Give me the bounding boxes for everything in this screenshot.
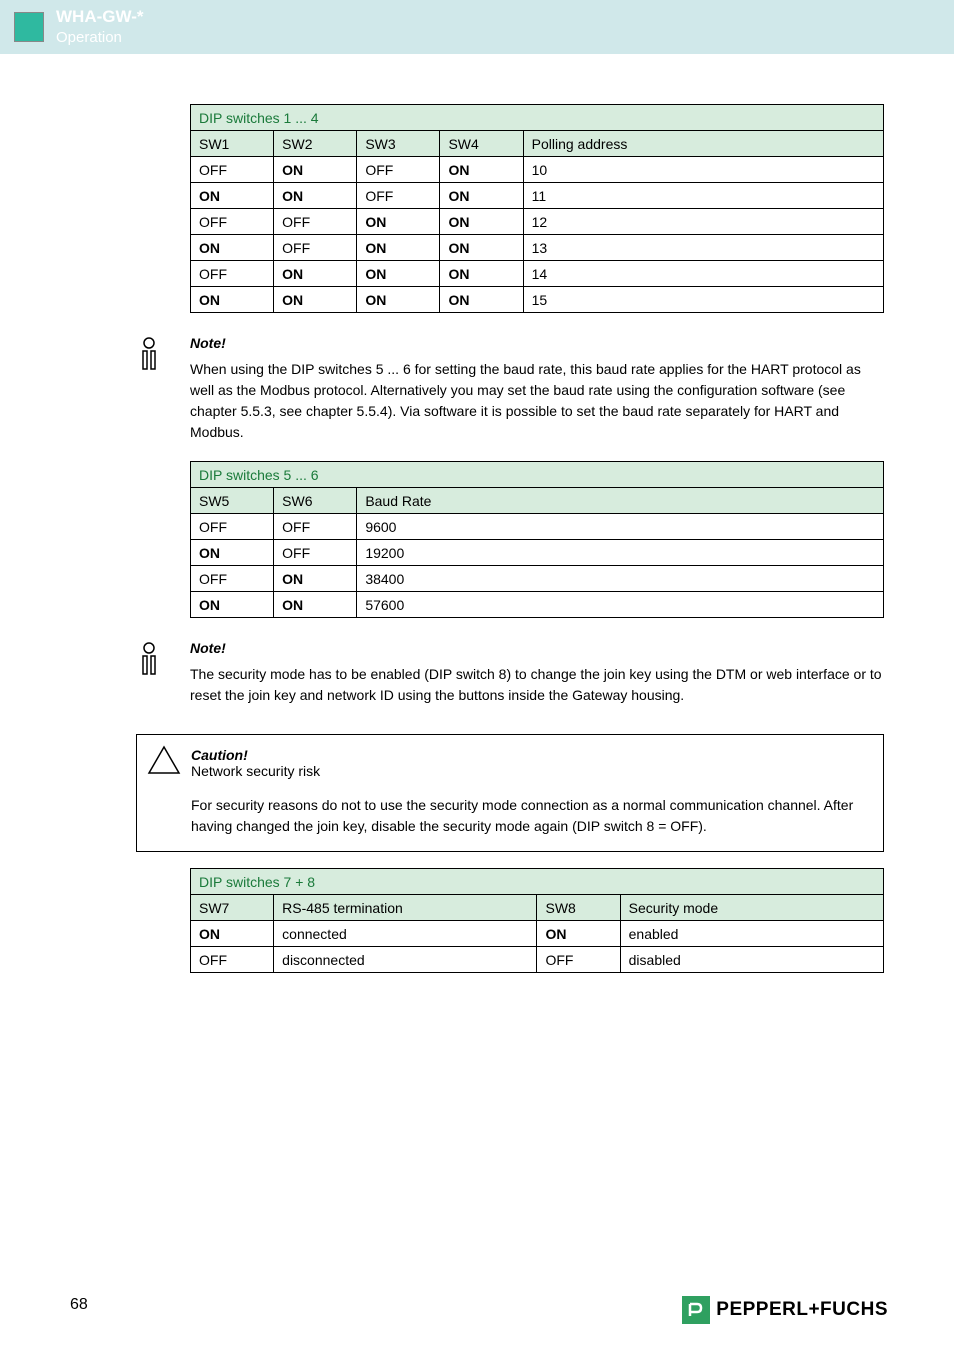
table-cell: ON: [357, 209, 440, 235]
table-cell: 19200: [357, 540, 884, 566]
table3-caption: DIP switches 7 + 8: [191, 869, 884, 895]
table-cell: OFF: [191, 157, 274, 183]
table-cell: ON: [357, 235, 440, 261]
table-cell: ON: [357, 287, 440, 313]
table-cell: OFF: [274, 209, 357, 235]
header-title: WHA-GW-*: [56, 6, 143, 28]
table-cell: 14: [523, 261, 883, 287]
page-number: 68: [70, 1296, 88, 1314]
table1-h1: SW2: [274, 131, 357, 157]
table-cell: 10: [523, 157, 883, 183]
table2-h1: SW6: [274, 488, 357, 514]
table-cell: ON: [440, 157, 523, 183]
table-cell: ON: [191, 287, 274, 313]
table-cell: ON: [274, 183, 357, 209]
page-content: DIP switches 1 ... 4 SW1 SW2 SW3 SW4 Pol…: [0, 54, 954, 973]
table-cell: OFF: [191, 566, 274, 592]
page-header: WHA-GW-* Operation: [0, 0, 954, 54]
table-cell: 15: [523, 287, 883, 313]
note2-body: The security mode has to be enabled (DIP…: [190, 664, 884, 706]
header-box-icon: [14, 12, 44, 42]
table2-caption: DIP switches 5 ... 6: [191, 462, 884, 488]
table-cell: ON: [274, 592, 357, 618]
brand-mark-icon: [682, 1296, 710, 1324]
table1-h3: SW4: [440, 131, 523, 157]
table-cell: OFF: [191, 261, 274, 287]
note2-title: Note!: [190, 640, 884, 656]
table-cell: OFF: [274, 540, 357, 566]
note-1: Note! When using the DIP switches 5 ... …: [190, 335, 884, 443]
table-cell: ON: [274, 287, 357, 313]
header-strip: [153, 0, 954, 54]
table1-caption: DIP switches 1 ... 4: [191, 105, 884, 131]
dip-table-7-8: DIP switches 7 + 8 SW7 RS-485 terminatio…: [190, 868, 884, 973]
table-cell: ON: [537, 921, 620, 947]
table3-h1: RS-485 termination: [274, 895, 537, 921]
table-cell: OFF: [357, 157, 440, 183]
table-cell: 12: [523, 209, 883, 235]
table-cell: ON: [191, 921, 274, 947]
table-cell: ON: [274, 157, 357, 183]
caution-triangle-icon: [147, 745, 181, 775]
header-subtitle: Operation: [56, 28, 143, 48]
table3-h3: Security mode: [620, 895, 883, 921]
table2-h0: SW5: [191, 488, 274, 514]
table-cell: disabled: [620, 947, 883, 973]
note1-body: When using the DIP switches 5 ... 6 for …: [190, 359, 884, 443]
table-cell: ON: [274, 261, 357, 287]
table-cell: connected: [274, 921, 537, 947]
note-2: Note! The security mode has to be enable…: [190, 640, 884, 706]
table-cell: ON: [357, 261, 440, 287]
header-tab: WHA-GW-* Operation: [0, 0, 153, 54]
table-cell: OFF: [191, 514, 274, 540]
table-cell: ON: [440, 183, 523, 209]
table-cell: OFF: [274, 235, 357, 261]
header-text: WHA-GW-* Operation: [56, 6, 143, 48]
table-cell: ON: [191, 592, 274, 618]
table-cell: OFF: [191, 947, 274, 973]
table-cell: 11: [523, 183, 883, 209]
dip-table-5-6: DIP switches 5 ... 6 SW5 SW6 Baud Rate O…: [190, 461, 884, 618]
dip-table-1-4: DIP switches 1 ... 4 SW1 SW2 SW3 SW4 Pol…: [190, 104, 884, 313]
caution-title: Caution!: [191, 747, 871, 763]
caution-body: For security reasons do not to use the s…: [191, 795, 871, 837]
table-cell: 9600: [357, 514, 884, 540]
table-cell: disconnected: [274, 947, 537, 973]
table-cell: OFF: [537, 947, 620, 973]
table-cell: ON: [440, 235, 523, 261]
table1-h4: Polling address: [523, 131, 883, 157]
table-cell: ON: [191, 540, 274, 566]
table-cell: ON: [191, 183, 274, 209]
note1-title: Note!: [190, 335, 884, 351]
table-cell: enabled: [620, 921, 883, 947]
table-cell: ON: [440, 209, 523, 235]
table-cell: ON: [440, 261, 523, 287]
table2-h2: Baud Rate: [357, 488, 884, 514]
caution-subtitle: Network security risk: [191, 763, 871, 779]
table-cell: ON: [274, 566, 357, 592]
table-cell: 57600: [357, 592, 884, 618]
note-icon: [136, 642, 162, 678]
table-cell: 13: [523, 235, 883, 261]
table3-h2: SW8: [537, 895, 620, 921]
table-cell: OFF: [191, 209, 274, 235]
table-cell: ON: [191, 235, 274, 261]
note-icon: [136, 337, 162, 373]
table-cell: OFF: [274, 514, 357, 540]
brand-logo: PEPPERL+FUCHS: [682, 1296, 888, 1324]
table-cell: OFF: [357, 183, 440, 209]
caution-block: Caution! Network security risk For secur…: [136, 734, 884, 852]
brand-name: PEPPERL+FUCHS: [716, 1299, 888, 1321]
table-cell: ON: [440, 287, 523, 313]
table1-h2: SW3: [357, 131, 440, 157]
table-cell: 38400: [357, 566, 884, 592]
table1-h0: SW1: [191, 131, 274, 157]
table3-h0: SW7: [191, 895, 274, 921]
